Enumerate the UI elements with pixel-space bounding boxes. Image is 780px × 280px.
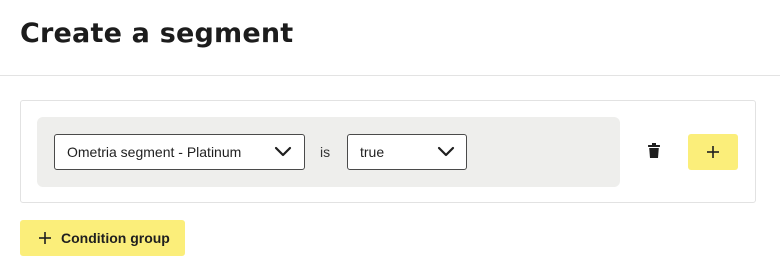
chevron-down-icon: [274, 146, 292, 157]
plus-icon: [39, 232, 51, 244]
segment-builder-page: Create a segment Ometria segment - Plati…: [0, 0, 780, 280]
condition-field-value: Ometria segment - Platinum: [67, 144, 242, 160]
header-divider: [0, 75, 780, 76]
add-condition-group-button[interactable]: Condition group: [20, 220, 185, 256]
condition-value-select[interactable]: true: [347, 134, 467, 170]
condition-group-card: Ometria segment - Platinum is true: [20, 100, 756, 203]
delete-condition-button[interactable]: [641, 141, 667, 163]
add-condition-button[interactable]: [688, 134, 738, 170]
condition-row: Ometria segment - Platinum is true: [37, 117, 620, 187]
chevron-down-icon: [437, 146, 455, 157]
condition-field-select[interactable]: Ometria segment - Platinum: [54, 134, 305, 170]
condition-value-text: true: [360, 144, 385, 160]
condition-operator: is: [320, 144, 331, 160]
page-title: Create a segment: [20, 18, 294, 49]
add-condition-group-label: Condition group: [61, 230, 170, 246]
trash-icon: [648, 143, 660, 158]
plus-icon: [707, 146, 719, 158]
